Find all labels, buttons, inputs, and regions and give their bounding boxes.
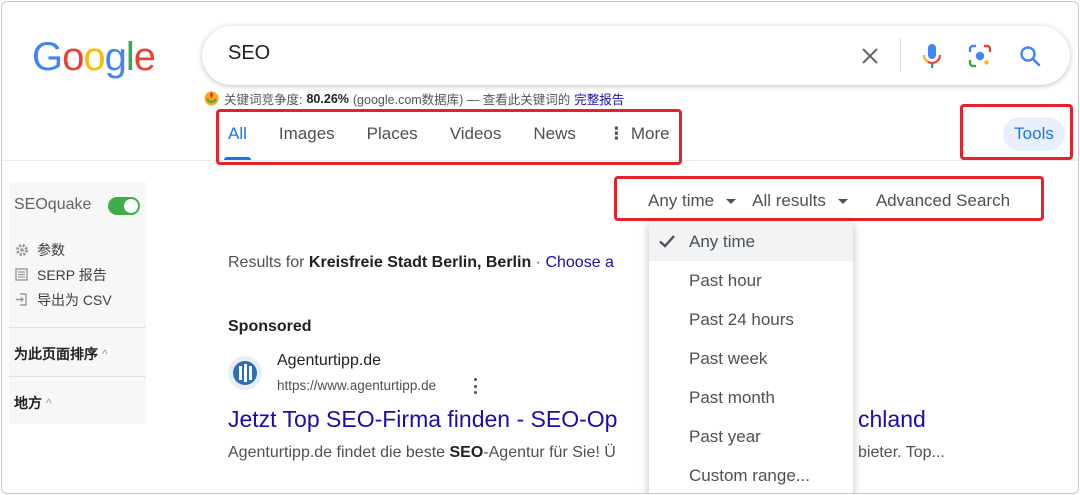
time-option-label: Past hour [689, 270, 762, 290]
tab-places[interactable]: Places [367, 116, 418, 160]
search-divider [900, 38, 901, 72]
results-for-prefix: Results for [228, 254, 305, 271]
checkmark-icon [659, 235, 675, 248]
time-option-past-month[interactable]: Past month [649, 378, 853, 417]
seoquake-menu: 参数 SERP 报告 导出为 CSV [14, 237, 112, 312]
choose-area-link[interactable]: Choose a [545, 254, 614, 271]
seoquake-value: 80.26% [306, 91, 349, 106]
export-icon [14, 292, 29, 307]
tab-more[interactable]: ⋮ More [608, 116, 670, 160]
seoquake-logo-icon [203, 90, 220, 107]
ad-url[interactable]: https://www.agenturtipp.de [277, 378, 436, 393]
search-input[interactable] [228, 42, 828, 65]
ad-title-link[interactable]: Jetzt Top SEO-Firma finden - SEO-Op chla… [228, 406, 926, 433]
tab-all[interactable]: All [224, 116, 251, 160]
logo-letter: o [62, 35, 84, 79]
ad-title-start: Jetzt Top SEO-Firma finden - SEO-Op [228, 406, 618, 432]
seoquake-title: SEOquake [14, 196, 92, 213]
time-option-label: Past week [689, 348, 768, 368]
time-option-label: Custom range... [689, 465, 810, 485]
tab-images[interactable]: Images [279, 116, 335, 160]
chevron-up-icon: ^ [46, 396, 52, 410]
time-filter-menu: Any time Past hour Past 24 hours Past we… [649, 222, 853, 493]
caret-down-icon [837, 198, 848, 204]
seoquake-section-local-label: 地方 [14, 395, 42, 411]
tab-news[interactable]: News [533, 116, 576, 160]
tools-button[interactable]: Tools [1003, 117, 1065, 151]
browser-frame: Google SEO 关键词竞争度: 80.26% (google.com数据库… [1, 1, 1079, 494]
time-option-past-week[interactable]: Past week [649, 339, 853, 378]
seoquake-section-local[interactable]: 地方 ^ [14, 393, 52, 413]
ad-desc-part-a: Agenturtipp.de findet die beste [228, 444, 446, 461]
time-option-label: Any time [689, 231, 756, 251]
time-option-past-24-hours[interactable]: Past 24 hours [649, 300, 853, 339]
seoquake-toggle[interactable] [108, 197, 140, 215]
ad-desc-bold: SEO [449, 444, 484, 461]
caret-down-icon [726, 198, 737, 204]
results-location-line: Results for Kreisfreie Stadt Berlin, Ber… [228, 254, 614, 272]
seoquake-menu-serp-report-label: SERP 报告 [37, 266, 107, 283]
time-filter-dropdown[interactable]: Any time [648, 191, 737, 211]
advanced-search-link[interactable]: Advanced Search [876, 191, 1010, 211]
search-tools-bar: Any time All results Advanced Search [618, 182, 1010, 220]
seoquake-source: (google.com数据库) — 查看此关键词的 [352, 93, 571, 107]
search-box [202, 26, 1070, 85]
seoquake-section-sort-label: 为此页面排序 [14, 346, 98, 362]
logo-letter: o [83, 35, 105, 79]
seoquake-section-sort[interactable]: 为此页面排序 ^ [14, 344, 108, 364]
time-option-past-hour[interactable]: Past hour [649, 261, 853, 300]
time-option-label: Past year [689, 426, 761, 446]
logo-letter: G [32, 35, 63, 79]
ad-desc-part-b: -Agentur für Sie! Ü [483, 444, 616, 461]
search-icon[interactable] [1014, 40, 1046, 72]
seoquake-menu-export-csv[interactable]: 导出为 CSV [14, 287, 112, 312]
report-icon [14, 267, 29, 282]
more-vert-icon[interactable] [468, 376, 482, 396]
seoquake-menu-params[interactable]: 参数 [14, 237, 112, 262]
mic-icon[interactable] [916, 40, 948, 72]
seoquake-keyword-bar: 关键词竞争度: 80.26% (google.com数据库) — 查看此关键词的… [203, 89, 624, 108]
time-option-label: Past 24 hours [689, 309, 794, 329]
logo-letter: l [125, 35, 135, 79]
seoquake-menu-params-label: 参数 [37, 241, 65, 258]
time-filter-label: Any time [648, 191, 715, 210]
tabs-divider [2, 160, 1078, 161]
time-option-custom-range[interactable]: Custom range... [649, 456, 853, 493]
logo-letter: g [104, 35, 127, 79]
lens-icon[interactable] [964, 40, 996, 72]
results-filter-dropdown[interactable]: All results [752, 191, 848, 211]
sidebar-divider [9, 327, 146, 328]
ad-title-end: chland [858, 406, 926, 432]
seoquake-label: 关键词竞争度: [224, 93, 303, 107]
ad-desc-end: bieter. Top... [858, 444, 945, 461]
google-logo[interactable]: Google [32, 35, 156, 80]
results-separator: · [535, 254, 541, 271]
results-location: Kreisfreie Stadt Berlin, Berlin [308, 254, 532, 271]
chevron-up-icon: ^ [102, 347, 108, 361]
seoquake-menu-export-csv-label: 导出为 CSV [37, 291, 112, 308]
sponsored-label: Sponsored [228, 318, 312, 335]
tab-videos[interactable]: Videos [450, 116, 502, 160]
time-option-label: Past month [689, 387, 775, 407]
more-vert-icon: ⋮ [607, 124, 625, 143]
seoquake-sidebar: SEOquake 参数 SERP 报告 导出为 CSV 为此页面排序 ^ 地方 … [9, 182, 146, 424]
time-option-any-time[interactable]: Any time [649, 222, 853, 261]
ad-favicon[interactable] [228, 356, 262, 390]
ad-description: Agenturtipp.de findet die beste SEO-Agen… [228, 444, 945, 462]
time-option-past-year[interactable]: Past year [649, 417, 853, 456]
results-filter-label: All results [752, 191, 826, 210]
sidebar-divider [9, 376, 146, 377]
seoquake-menu-serp-report[interactable]: SERP 报告 [14, 262, 112, 287]
search-tabs: All Images Places Videos News ⋮ More [224, 116, 702, 162]
seoquake-full-report-link[interactable]: 完整报告 [574, 89, 624, 108]
tab-more-label: More [630, 124, 670, 143]
logo-letter: e [133, 35, 156, 79]
gear-icon [14, 242, 29, 257]
ad-site-name[interactable]: Agenturtipp.de [277, 352, 381, 370]
close-icon[interactable] [854, 40, 886, 72]
